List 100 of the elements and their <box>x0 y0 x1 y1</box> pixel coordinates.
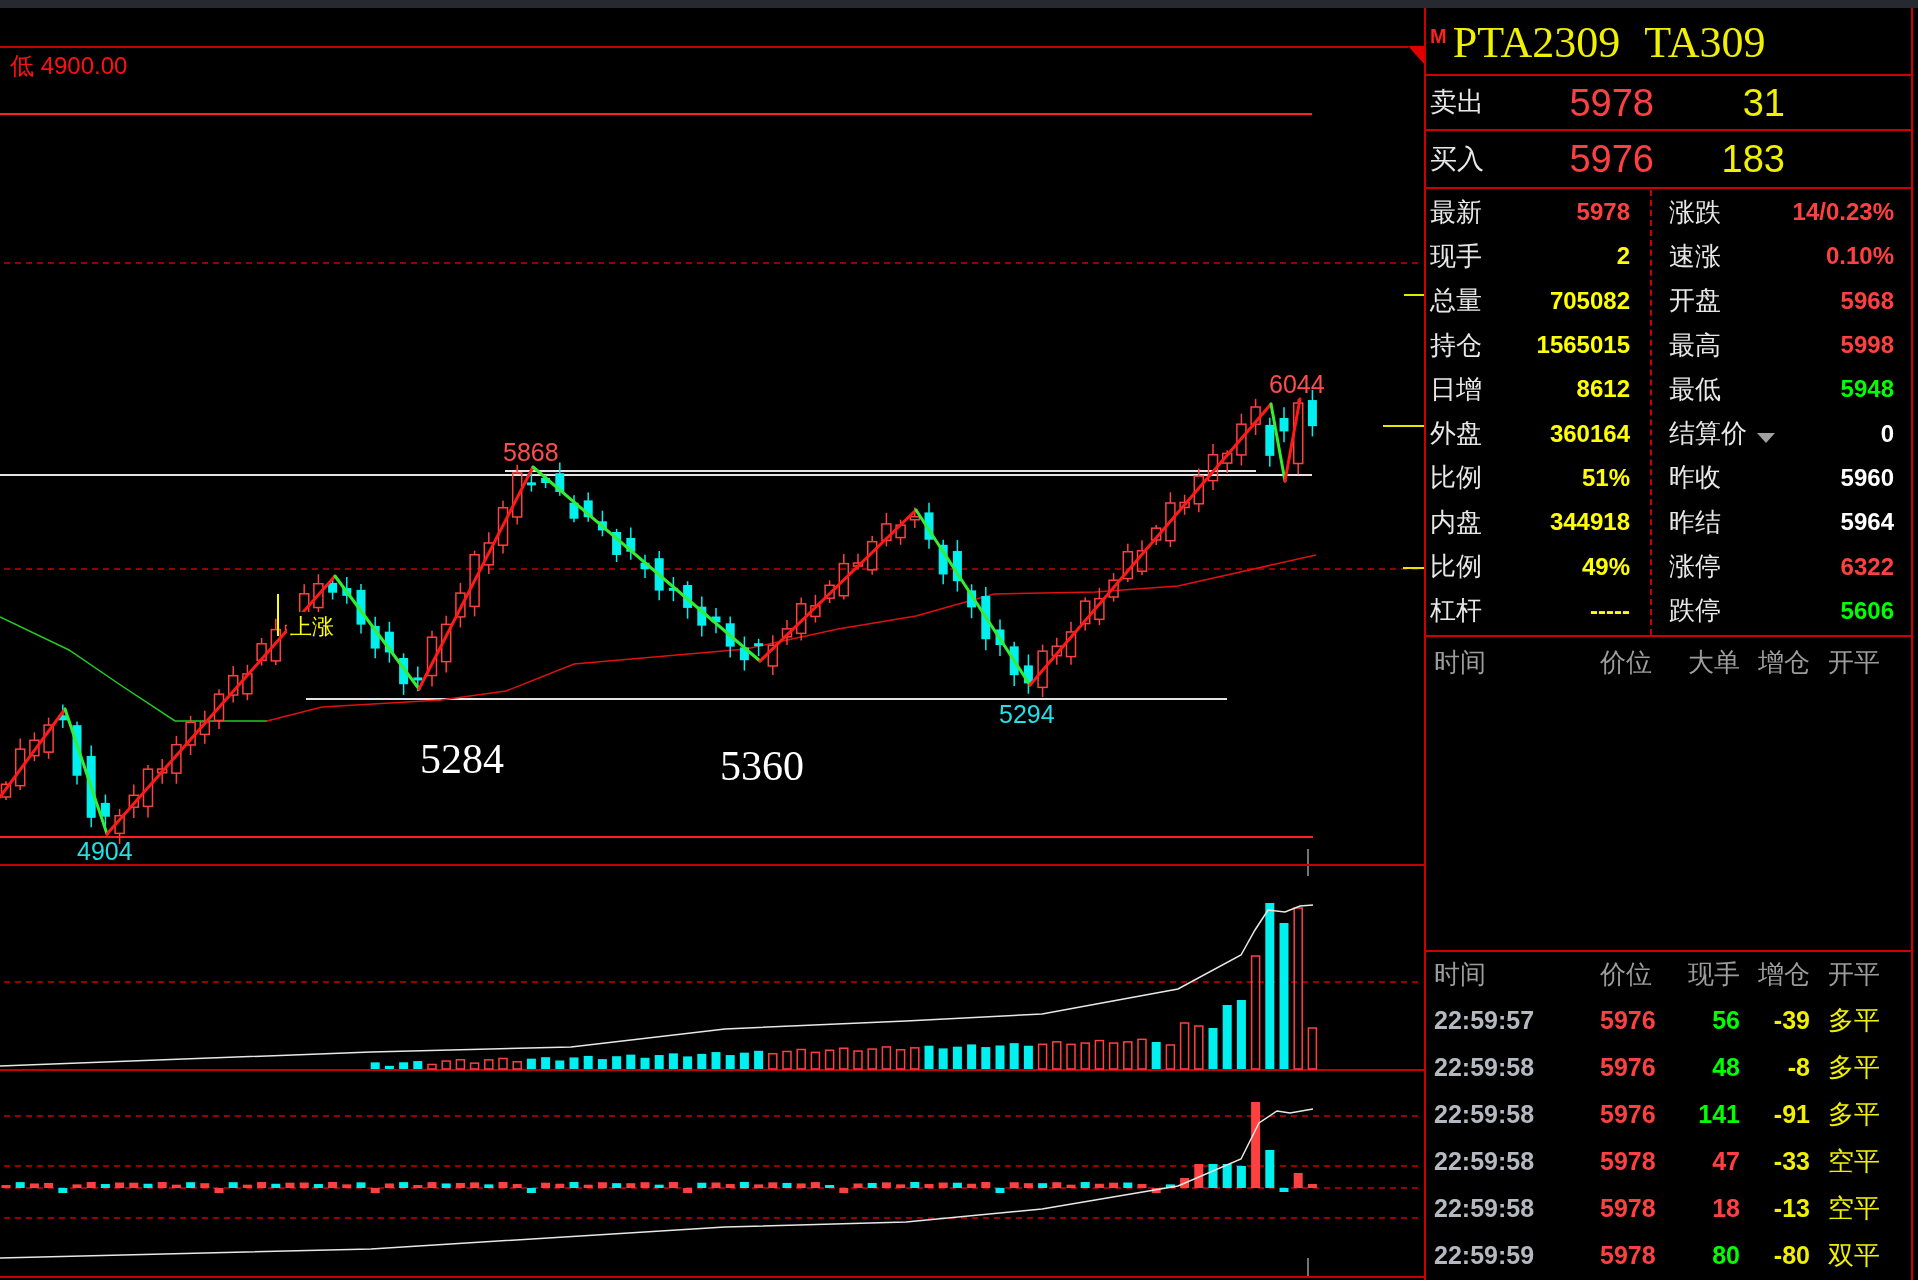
stat-label: 持仓 <box>1430 328 1482 362</box>
corner-triangle-icon <box>1408 46 1424 64</box>
ask-price: 5978 <box>1568 83 1654 122</box>
time-cell-text: 22:59:58 <box>1433 1051 1536 1083</box>
pivot-low-label: 5294 <box>999 700 1055 728</box>
stat-label: 昨收 <box>1669 461 1721 495</box>
stat-value: 8612 <box>1576 374 1630 405</box>
oi-change-cell-text: -39 <box>1772 1004 1810 1036</box>
time-cell-text: 22:59:59 <box>1433 1239 1536 1271</box>
stat-value: 6322 <box>1840 551 1894 582</box>
stat-value: 5960 <box>1840 462 1894 493</box>
stat-label: 昨结 <box>1669 505 1721 539</box>
stat-value: 360164 <box>1549 418 1630 449</box>
column-header: 大单 <box>1687 645 1740 679</box>
stat-value: 1565015 <box>1536 330 1630 361</box>
trade-type-cell-text: 多平 <box>1827 1051 1881 1084</box>
price-marker-icon <box>1402 567 1424 569</box>
ask-volume: 31 <box>1741 83 1785 122</box>
stat-label: 比例 <box>1430 550 1482 583</box>
volume-cell-text: 80 <box>1711 1239 1740 1271</box>
oi-change-cell-text: -91 <box>1772 1098 1810 1130</box>
column-header: 时间 <box>1433 645 1487 679</box>
ask-label: 卖出 <box>1430 86 1485 120</box>
stat-value: 5948 <box>1840 374 1894 405</box>
price-cell-text: 5978 <box>1600 1192 1657 1224</box>
stat-value: 705082 <box>1549 285 1630 316</box>
oi-change-cell-text: -8 <box>1786 1051 1810 1083</box>
price-marker-icon <box>1403 294 1424 296</box>
trade-type-cell-text: 空平 <box>1827 1192 1881 1225</box>
time-cell-text: 22:59:57 <box>1433 1004 1536 1036</box>
stat-label: 内盘 <box>1430 505 1482 539</box>
stat-value: 5978 <box>1576 197 1630 228</box>
stat-value: 5968 <box>1840 285 1894 316</box>
stat-label: 涨停 <box>1669 550 1721 583</box>
column-header: 现手 <box>1687 958 1740 991</box>
trade-type-cell-text: 空平 <box>1827 1145 1881 1178</box>
stat-label: 涨跌 <box>1669 195 1721 229</box>
price-level-label: 5284 <box>420 736 504 782</box>
volume-cell-text: 48 <box>1711 1051 1740 1083</box>
signal-label: 上涨 <box>290 614 334 639</box>
price-marker-icon <box>1382 425 1424 427</box>
stat-value: 344918 <box>1549 507 1630 538</box>
stat-label: 外盘 <box>1430 417 1482 451</box>
range-low-label: 低 4900.00 <box>10 52 128 79</box>
cursor-tick-icon <box>1307 1257 1309 1277</box>
time-cell-text: 22:59:58 <box>1433 1145 1536 1177</box>
market-flag-label: M <box>1430 26 1447 46</box>
trade-type-cell-text: 多平 <box>1827 1098 1881 1131</box>
stat-label: 结算价 <box>1669 417 1747 451</box>
stat-value: 5964 <box>1840 507 1894 538</box>
stat-label: 日增 <box>1430 372 1482 406</box>
trade-type-cell-text: 多平 <box>1827 1004 1881 1037</box>
stat-label: 最新 <box>1430 195 1482 229</box>
stat-value: 5606 <box>1840 595 1894 626</box>
stat-value: 0 <box>1880 418 1894 449</box>
time-cell-text: 22:59:58 <box>1433 1192 1536 1224</box>
price-level-label: 5360 <box>720 743 804 789</box>
bid-price: 5976 <box>1568 140 1654 178</box>
contract-code: TA309 <box>1644 21 1766 65</box>
column-header: 时间 <box>1433 958 1487 991</box>
stat-value: 49% <box>1581 551 1630 582</box>
column-header: 增仓 <box>1757 645 1810 679</box>
oi-change-cell-text: -13 <box>1772 1192 1810 1224</box>
stat-label: 现手 <box>1430 239 1482 273</box>
stat-value: ----- <box>1590 595 1630 626</box>
dropdown-caret-icon[interactable] <box>1757 432 1775 443</box>
stat-label: 速涨 <box>1669 239 1721 273</box>
stat-label: 比例 <box>1430 461 1482 495</box>
price-cell-text: 5976 <box>1600 1051 1657 1083</box>
volume-cell-text: 47 <box>1711 1145 1740 1177</box>
trade-type-cell-text: 双平 <box>1827 1239 1881 1272</box>
bid-label: 买入 <box>1430 142 1485 176</box>
stat-label: 总量 <box>1430 284 1482 318</box>
stat-value: 51% <box>1581 462 1630 493</box>
pivot-high-label: 6044 <box>1269 370 1325 398</box>
price-cell-text: 5978 <box>1600 1239 1657 1271</box>
volume-cell-text: 141 <box>1697 1098 1740 1130</box>
price-cell-text: 5976 <box>1600 1098 1657 1130</box>
column-header: 价位 <box>1600 645 1653 679</box>
column-header: 价位 <box>1600 958 1653 991</box>
stat-value: 2 <box>1616 241 1630 272</box>
pivot-low-label: 4904 <box>77 837 133 865</box>
oi-change-cell-text: -80 <box>1772 1239 1810 1271</box>
volume-cell-text: 18 <box>1711 1192 1740 1224</box>
bid-volume: 183 <box>1720 140 1785 178</box>
price-cell-text: 5978 <box>1600 1145 1657 1177</box>
stat-label: 杠杆 <box>1430 594 1482 628</box>
volume-cell-text: 56 <box>1711 1004 1740 1036</box>
stat-value: 14/0.23% <box>1792 197 1894 228</box>
contract-symbol: PTA2309 <box>1452 21 1621 65</box>
pivot-high-label: 5868 <box>503 438 559 466</box>
stat-label: 最高 <box>1669 328 1721 362</box>
oi-change-cell-text: -33 <box>1772 1145 1810 1177</box>
column-header: 增仓 <box>1757 958 1810 991</box>
stat-label: 跌停 <box>1669 594 1721 628</box>
column-header: 开平 <box>1827 645 1881 679</box>
signal-marker-icon <box>277 593 279 637</box>
price-cell-text: 5976 <box>1600 1004 1657 1036</box>
stat-value: 0.10% <box>1825 241 1894 272</box>
time-cell-text: 22:59:58 <box>1433 1098 1536 1130</box>
